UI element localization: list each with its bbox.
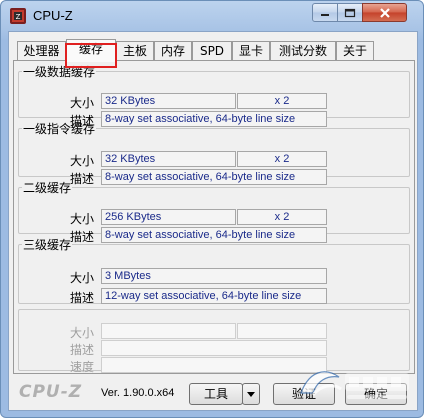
client-area: 处理器 缓存 主板 内存 SPD 显卡 测试分数 关于 一级数据缓存 大小 32… <box>8 31 418 411</box>
tab-memory[interactable]: 内存 <box>154 41 192 61</box>
l2-cache-title: 二级缓存 <box>23 181 72 195</box>
minimize-icon <box>321 13 329 16</box>
empty-desc-value <box>101 340 327 356</box>
l1d-size-label: 大小 <box>69 96 94 110</box>
l1d-size-value: 32 KBytes <box>101 93 236 109</box>
tab-strip: 处理器 缓存 主板 内存 SPD 显卡 测试分数 关于 <box>13 39 413 68</box>
tools-button[interactable]: 工具 <box>189 383 243 405</box>
svg-text:Z: Z <box>16 13 21 21</box>
maximize-icon <box>344 8 356 17</box>
l3-size-label: 大小 <box>69 271 94 285</box>
close-icon <box>379 7 390 18</box>
empty-desc-label: 描述 <box>69 343 94 357</box>
tab-about[interactable]: 关于 <box>336 41 374 61</box>
l3-cache-title: 三级缓存 <box>23 238 72 252</box>
empty-speed-label: 速度 <box>69 360 94 374</box>
l3-cache-group: 三级缓存 大小 3 MBytes 描述 12-way set associati… <box>18 236 410 305</box>
cpu-z-app-icon: Z <box>10 8 26 24</box>
verify-button[interactable]: 验证 <box>273 383 335 405</box>
tab-processor[interactable]: 处理器 <box>17 41 66 61</box>
minimize-button[interactable] <box>312 3 338 22</box>
l1i-size-value: 32 KBytes <box>101 151 236 167</box>
tab-bench[interactable]: 测试分数 <box>270 41 336 61</box>
tab-spd[interactable]: SPD <box>192 41 232 61</box>
empty-cache-group: 大小 描述 速度 <box>18 309 410 374</box>
ok-button[interactable]: 确定 <box>345 383 407 405</box>
l2-size-value: 256 KBytes <box>101 209 236 225</box>
footer-bar: CPU-Z Ver. 1.90.0.x64 工具 验证 确定 <box>9 378 417 410</box>
empty-size-value <box>101 323 236 339</box>
l3-desc-label: 描述 <box>69 291 94 305</box>
l1i-count-value: x 2 <box>237 151 327 167</box>
l2-cache-group: 二级缓存 大小 256 KBytes x 2 描述 8-way set asso… <box>18 179 410 244</box>
cpu-z-window: Z CPU-Z 处理器 缓存 主板 内存 SPD 显卡 测试分数 关于 一级数据… <box>0 0 424 418</box>
version-label: Ver. 1.90.0.x64 <box>101 387 175 399</box>
maximize-button[interactable] <box>337 3 363 22</box>
l3-desc-value: 12-way set associative, 64-byte line siz… <box>101 288 327 304</box>
title-bar[interactable]: Z CPU-Z <box>1 1 423 31</box>
l1-instruction-cache-title: 一级指令缓存 <box>23 122 96 136</box>
empty-count-value <box>237 323 327 339</box>
empty-size-label: 大小 <box>69 326 94 340</box>
l3-size-value: 3 MBytes <box>101 268 327 284</box>
l2-size-label: 大小 <box>69 212 94 226</box>
chevron-down-icon <box>247 392 255 397</box>
tools-dropdown-button[interactable] <box>242 383 260 405</box>
l2-count-value: x 2 <box>237 209 327 225</box>
tab-graphics[interactable]: 显卡 <box>232 41 270 61</box>
l1-instruction-cache-group: 一级指令缓存 大小 32 KBytes x 2 描述 8-way set ass… <box>18 120 410 186</box>
cpu-z-brand-logo: CPU-Z <box>19 382 83 402</box>
window-title: CPU-Z <box>33 8 73 23</box>
close-button[interactable] <box>362 3 407 22</box>
l1-data-cache-title: 一级数据缓存 <box>23 65 96 79</box>
cache-panel: 一级数据缓存 大小 32 KBytes x 2 描述 8-way set ass… <box>13 60 415 374</box>
empty-speed-value <box>101 357 327 373</box>
tab-mainboard[interactable]: 主板 <box>116 41 154 61</box>
tab-cache[interactable]: 缓存 <box>66 39 116 62</box>
l1-data-cache-group: 一级数据缓存 大小 32 KBytes x 2 描述 8-way set ass… <box>18 63 410 128</box>
l1i-size-label: 大小 <box>69 154 94 168</box>
l1d-count-value: x 2 <box>237 93 327 109</box>
